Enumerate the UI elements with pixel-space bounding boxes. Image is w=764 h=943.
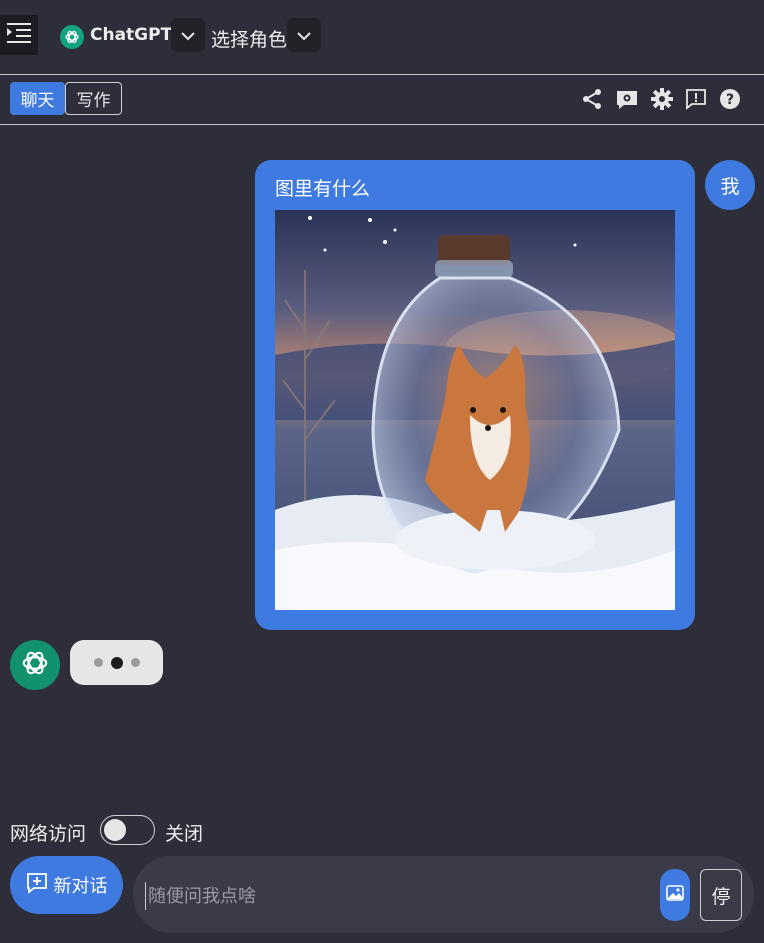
new-chat-button[interactable]: 新对话	[10, 856, 123, 914]
typing-indicator	[70, 640, 163, 685]
toolbar-divider	[0, 124, 764, 125]
stop-button[interactable]: 停	[700, 869, 742, 921]
assistant-avatar	[10, 640, 60, 690]
gear-icon[interactable]	[650, 87, 674, 111]
svg-text:?: ?	[726, 92, 734, 108]
share-icon[interactable]	[580, 87, 604, 111]
chevron-down-icon	[297, 26, 311, 45]
chat-input[interactable]	[145, 882, 650, 910]
network-access-label: 网络访问	[10, 823, 87, 845]
menu-icon	[7, 22, 31, 48]
model-dropdown-button[interactable]	[171, 18, 205, 52]
role-label: 选择角色	[211, 29, 288, 51]
network-access-state: 关闭	[165, 823, 204, 845]
image-icon	[666, 885, 684, 905]
user-avatar: 我	[705, 160, 755, 210]
role-dropdown-button[interactable]	[287, 18, 321, 52]
typing-dot	[110, 656, 123, 669]
new-chat-label: 新对话	[53, 876, 108, 897]
typing-dot	[130, 658, 140, 667]
toggle-knob	[104, 819, 126, 841]
new-chat-icon	[26, 872, 48, 899]
model-name: ChatGPT	[90, 25, 173, 45]
chevron-down-icon	[181, 26, 195, 45]
feedback-icon[interactable]	[684, 87, 708, 111]
header-divider	[0, 74, 764, 75]
tab-chat[interactable]: 聊天	[10, 82, 65, 115]
attached-image[interactable]	[275, 210, 675, 610]
chatgpt-logo-icon	[60, 25, 84, 49]
chatgpt-logo-icon	[20, 648, 50, 682]
sidebar-toggle-button[interactable]	[0, 15, 38, 55]
user-message-text: 图里有什么	[275, 178, 371, 200]
help-icon[interactable]: ?	[718, 87, 742, 111]
typing-dot	[93, 658, 103, 667]
tab-write[interactable]: 写作	[65, 82, 122, 115]
gpt-settings-icon[interactable]	[615, 87, 639, 111]
upload-image-button[interactable]	[660, 869, 690, 921]
